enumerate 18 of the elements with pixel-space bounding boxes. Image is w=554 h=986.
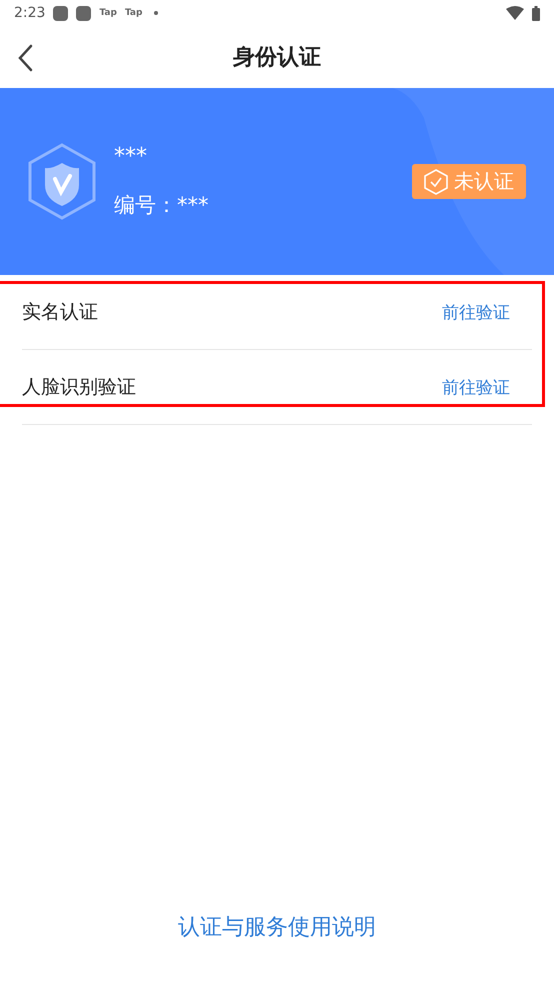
instructions-link[interactable]: 认证与服务使用说明 [178,912,376,942]
notification-text: Tap [99,8,117,18]
verify-link[interactable]: 前往验证 [442,300,510,324]
item-label: 实名认证 [22,300,98,325]
user-number: 编号：*** [114,192,208,219]
app-icon [53,6,68,20]
status-time: 2:23 [14,5,46,21]
app-icon [76,6,92,20]
user-name: *** [114,144,148,169]
wifi-icon [506,6,524,20]
verify-link[interactable]: 前往验证 [442,376,510,398]
page-title: 身份认证 [233,44,321,72]
dot-icon [154,11,158,15]
status-badge: 未认证 [412,164,526,199]
battery-icon [532,6,540,20]
item-label: 人脸识别验证 [22,375,136,400]
shield-badge-icon [28,143,96,220]
notification-text: Tap [124,8,142,18]
